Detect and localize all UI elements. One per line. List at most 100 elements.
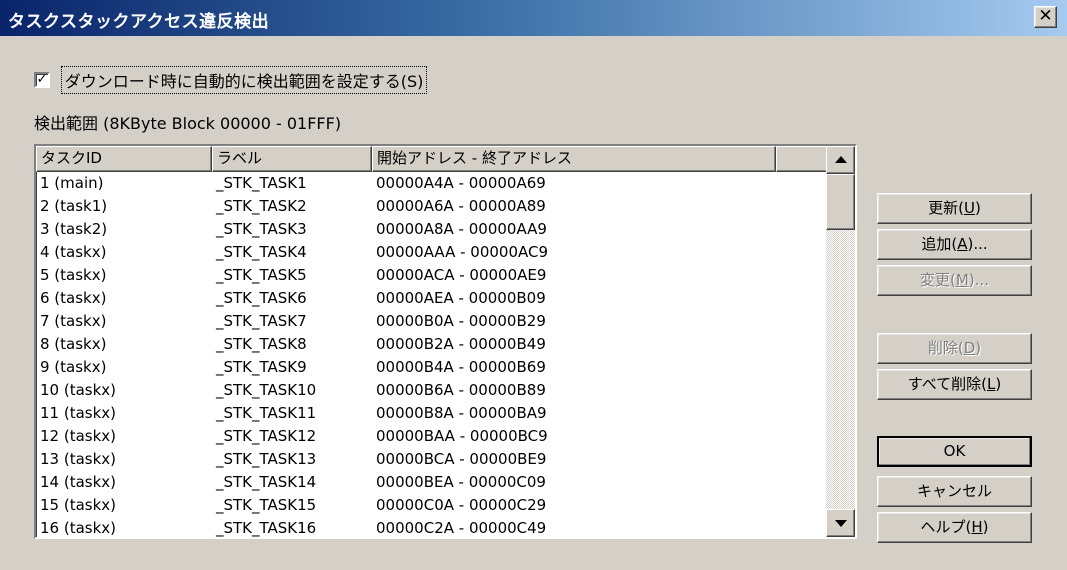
- task-id-cell: 13 (taskx): [40, 450, 117, 468]
- auto-range-label[interactable]: ダウンロード時に自動的に検出範囲を設定する(S): [60, 66, 428, 94]
- title-bar: タスクスタックアクセス違反検出 ✕: [0, 0, 1067, 36]
- task-id-cell: 8 (taskx): [40, 335, 107, 353]
- table-row[interactable]: 10 (taskx) _STK_TASK10 00000B6A - 00000B89: [36, 379, 828, 402]
- table-row[interactable]: 3 (task2) _STK_TASK3 00000A8A - 00000AA9: [36, 218, 828, 241]
- column-header-filler: [776, 146, 828, 172]
- arrow-down-icon: [835, 520, 847, 527]
- close-icon: ✕: [1038, 6, 1053, 26]
- address-cell: 00000B6A - 00000B89: [376, 381, 546, 399]
- add-button-key: A: [957, 235, 968, 253]
- task-id-cell: 6 (taskx): [40, 289, 107, 307]
- task-id-cell: 1 (main): [40, 174, 104, 192]
- label-cell: _STK_TASK3: [216, 220, 307, 238]
- modify-button[interactable]: 変更(M)...: [877, 265, 1032, 296]
- table-row[interactable]: 1 (main) _STK_TASK1 00000A4A - 00000A69: [36, 172, 828, 195]
- column-header-label[interactable]: ラベル: [212, 146, 372, 172]
- task-id-cell: 12 (taskx): [40, 427, 117, 445]
- delete-button[interactable]: 削除(D): [877, 333, 1032, 364]
- update-button[interactable]: 更新(U): [877, 193, 1032, 224]
- table-row[interactable]: 2 (task1) _STK_TASK2 00000A6A - 00000A89: [36, 195, 828, 218]
- table-row[interactable]: 4 (taskx) _STK_TASK4 00000AAA - 00000AC9: [36, 241, 828, 264]
- table-row[interactable]: 9 (taskx) _STK_TASK9 00000B4A - 00000B69: [36, 356, 828, 379]
- table-row[interactable]: 14 (taskx) _STK_TASK14 00000BEA - 00000C09: [36, 471, 828, 494]
- label-cell: _STK_TASK12: [216, 427, 317, 445]
- table-row[interactable]: 8 (taskx) _STK_TASK8 00000B2A - 00000B49: [36, 333, 828, 356]
- cancel-button[interactable]: キャンセル: [877, 476, 1032, 507]
- window-title: タスクスタックアクセス違反検出: [8, 12, 270, 32]
- task-id-cell: 2 (task1): [40, 197, 108, 215]
- help-button[interactable]: ヘルプ(H): [877, 512, 1032, 543]
- update-button-label: 更新(: [928, 199, 964, 217]
- address-cell: 00000AEA - 00000B09: [376, 289, 546, 307]
- address-cell: 00000B0A - 00000B29: [376, 312, 546, 330]
- close-button[interactable]: ✕: [1034, 6, 1057, 28]
- label-cell: _STK_TASK4: [216, 243, 307, 261]
- scroll-down-button[interactable]: [826, 509, 855, 537]
- label-cell: _STK_TASK2: [216, 197, 307, 215]
- task-id-cell: 11 (taskx): [40, 404, 117, 422]
- task-id-cell: 7 (taskx): [40, 312, 107, 330]
- table-row[interactable]: 15 (taskx) _STK_TASK15 00000C0A - 00000C29: [36, 494, 828, 517]
- check-icon: ✓: [36, 72, 48, 87]
- address-cell: 00000B4A - 00000B69: [376, 358, 546, 376]
- label-cell: _STK_TASK7: [216, 312, 307, 330]
- help-button-label: ヘルプ(: [920, 518, 972, 536]
- task-id-cell: 10 (taskx): [40, 381, 117, 399]
- delete-all-button-suffix: ): [995, 375, 1002, 393]
- address-cell: 00000A6A - 00000A89: [376, 197, 546, 215]
- label-cell: _STK_TASK14: [216, 473, 317, 491]
- table-row[interactable]: 12 (taskx) _STK_TASK12 00000BAA - 00000BC9: [36, 425, 828, 448]
- help-button-suffix: ): [982, 518, 989, 536]
- update-button-suffix: ): [974, 199, 981, 217]
- table-row[interactable]: 5 (taskx) _STK_TASK5 00000ACA - 00000AE9: [36, 264, 828, 287]
- address-cell: 00000BEA - 00000C09: [376, 473, 546, 491]
- table-row[interactable]: 6 (taskx) _STK_TASK6 00000AEA - 00000B09: [36, 287, 828, 310]
- table-row[interactable]: 7 (taskx) _STK_TASK7 00000B0A - 00000B29: [36, 310, 828, 333]
- add-button-label: 追加(: [921, 235, 958, 253]
- task-id-cell: 5 (taskx): [40, 266, 107, 284]
- address-cell: 00000B8A - 00000BA9: [376, 404, 547, 422]
- label-cell: _STK_TASK8: [216, 335, 307, 353]
- modify-button-label: 変更(: [920, 271, 956, 289]
- address-cell: 00000A4A - 00000A69: [376, 174, 546, 192]
- address-cell: 00000AAA - 00000AC9: [376, 243, 549, 261]
- update-button-key: U: [964, 199, 975, 217]
- label-cell: _STK_TASK6: [216, 289, 307, 307]
- delete-all-button[interactable]: すべて削除(L): [877, 369, 1032, 400]
- scroll-up-button[interactable]: [826, 146, 855, 174]
- task-id-cell: 14 (taskx): [40, 473, 117, 491]
- label-cell: _STK_TASK16: [216, 519, 317, 537]
- label-cell: _STK_TASK9: [216, 358, 307, 376]
- auto-range-checkbox[interactable]: ✓: [34, 72, 50, 88]
- delete-all-button-label: すべて削除(: [907, 375, 987, 393]
- task-id-cell: 15 (taskx): [40, 496, 117, 514]
- scroll-thumb[interactable]: [826, 174, 855, 230]
- address-cell: 00000ACA - 00000AE9: [376, 266, 547, 284]
- address-cell: 00000B2A - 00000B49: [376, 335, 546, 353]
- task-list[interactable]: タスクID ラベル 開始アドレス - 終了アドレス 1 (main) _STK_T…: [34, 144, 857, 539]
- column-header-task-id[interactable]: タスクID: [36, 146, 212, 172]
- vertical-scrollbar[interactable]: [826, 146, 855, 537]
- add-button-suffix: )...: [967, 235, 988, 253]
- task-id-cell: 3 (task2): [40, 220, 108, 238]
- arrow-up-icon: [835, 156, 847, 163]
- delete-button-suffix: ): [975, 339, 982, 357]
- task-id-cell: 16 (taskx): [40, 519, 117, 537]
- add-button[interactable]: 追加(A)...: [877, 229, 1032, 260]
- label-cell: _STK_TASK15: [216, 496, 317, 514]
- label-cell: _STK_TASK5: [216, 266, 307, 284]
- modify-button-suffix: )...: [968, 271, 989, 289]
- column-header-address[interactable]: 開始アドレス - 終了アドレス: [372, 146, 776, 172]
- ok-button[interactable]: OK: [877, 436, 1032, 467]
- auto-range-option[interactable]: ✓ ダウンロード時に自動的に検出範囲を設定する(S): [34, 66, 428, 94]
- help-button-key: H: [971, 518, 983, 536]
- address-cell: 00000A8A - 00000AA9: [376, 220, 547, 238]
- table-row[interactable]: 13 (taskx) _STK_TASK13 00000BCA - 00000BE9: [36, 448, 828, 471]
- modify-button-key: M: [955, 271, 969, 289]
- label-cell: _STK_TASK1: [216, 174, 307, 192]
- delete-button-label: 削除(: [927, 339, 964, 357]
- list-header: タスクID ラベル 開始アドレス - 終了アドレス: [36, 146, 828, 172]
- table-row[interactable]: 11 (taskx) _STK_TASK11 00000B8A - 00000BA9: [36, 402, 828, 425]
- table-row[interactable]: 16 (taskx) _STK_TASK16 00000C2A - 00000C49: [36, 517, 828, 537]
- list-body: 1 (main) _STK_TASK1 00000A4A - 00000A69 2 …: [36, 172, 828, 537]
